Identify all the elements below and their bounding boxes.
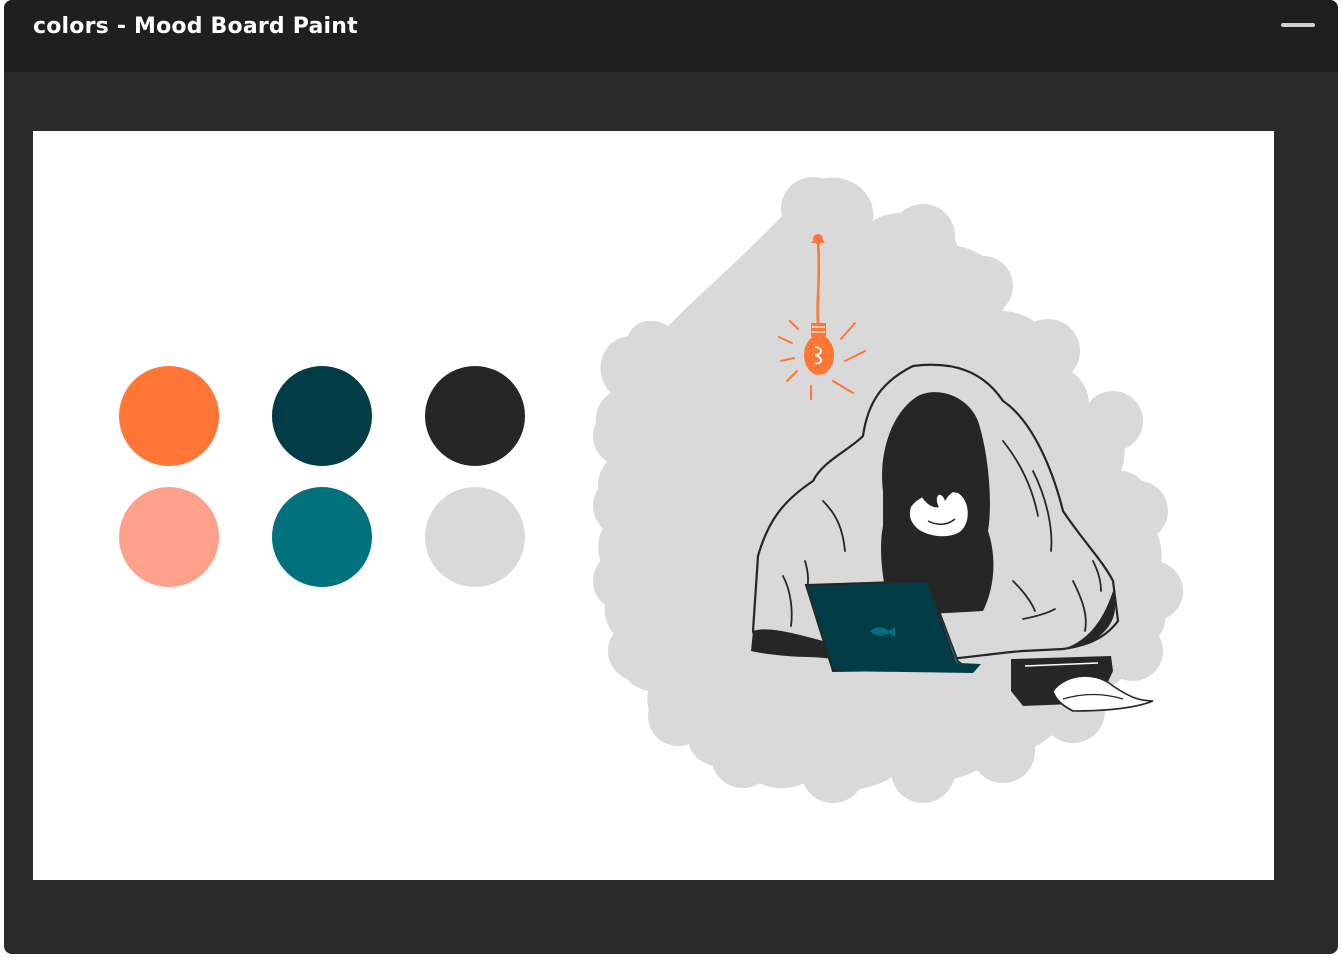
mood-board-canvas[interactable]	[33, 131, 1274, 880]
minimize-icon	[1281, 23, 1315, 27]
window-title: colors - Mood Board Paint	[33, 14, 358, 39]
color-swatch-salmon[interactable]	[119, 487, 219, 587]
person-under-blanket-illustration	[593, 177, 1183, 803]
color-swatch-light-gray[interactable]	[425, 487, 525, 587]
color-swatch-orange[interactable]	[119, 366, 219, 466]
minimize-button[interactable]	[1281, 21, 1315, 29]
title-bar[interactable]: colors - Mood Board Paint	[4, 0, 1338, 72]
color-swatch-dark-teal[interactable]	[272, 366, 372, 466]
app-window: colors - Mood Board Paint	[4, 0, 1338, 954]
color-swatch-teal[interactable]	[272, 487, 372, 587]
color-swatch-charcoal[interactable]	[425, 366, 525, 466]
